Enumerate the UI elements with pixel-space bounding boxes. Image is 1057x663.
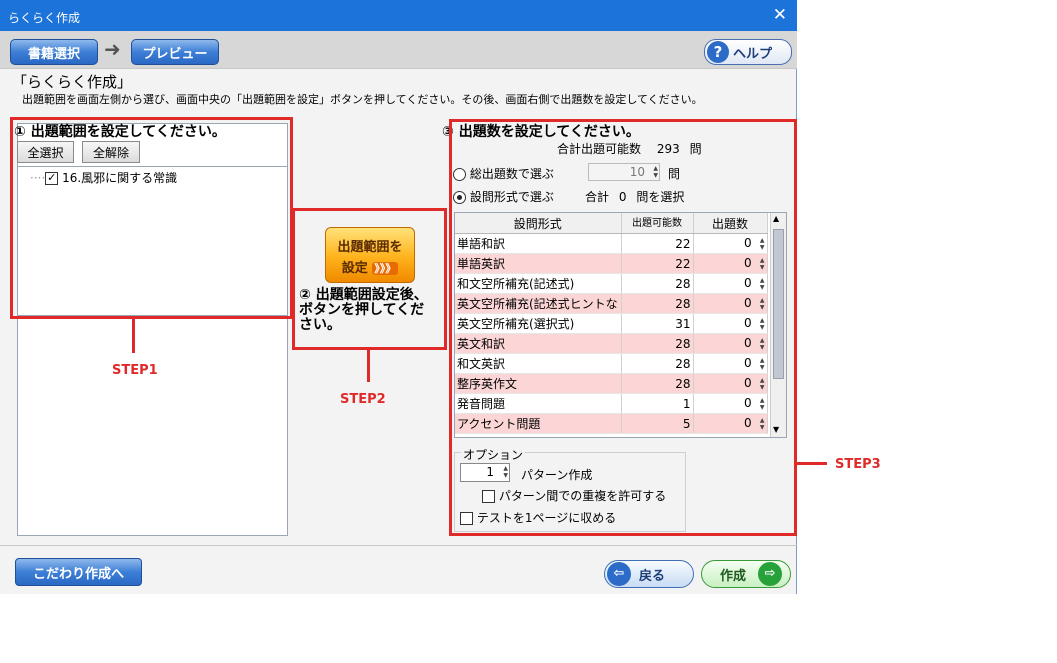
- arrow-right-icon: ➜: [104, 37, 121, 61]
- step3-highlight: [449, 119, 797, 536]
- preview-button[interactable]: プレビュー: [131, 39, 219, 65]
- create-label: 作成: [720, 568, 747, 584]
- help-button[interactable]: ? ヘルプ: [704, 39, 792, 65]
- footer-divider: [0, 545, 797, 546]
- create-button[interactable]: 作成 ⇨: [701, 560, 791, 588]
- help-icon: ?: [707, 41, 729, 63]
- title-bar: らくらく作成 ✕: [0, 0, 797, 31]
- arrow-right-circle-icon: ⇨: [758, 562, 783, 586]
- step1-highlight: [10, 117, 293, 319]
- step3-connector: [797, 462, 827, 465]
- help-label: ヘルプ: [733, 46, 773, 62]
- close-icon[interactable]: ✕: [773, 5, 787, 25]
- book-select-button[interactable]: 書籍選択: [10, 39, 98, 65]
- step1-connector: [132, 319, 135, 353]
- window-title: らくらく作成: [8, 11, 81, 25]
- page-description: 出題範囲を画面左側から選び、画面中央の「出題範囲を設定」ボタンを押してください。…: [22, 93, 703, 106]
- step2-connector: [367, 350, 370, 382]
- step2-label: STEP2: [340, 392, 386, 407]
- back-button[interactable]: ⇦ 戻る: [604, 560, 694, 588]
- kodawari-button[interactable]: こだわり作成へ: [15, 558, 142, 586]
- step3-label: STEP3: [835, 457, 881, 472]
- step2-highlight: [292, 208, 447, 350]
- arrow-left-icon: ⇦: [607, 562, 631, 586]
- step1-label: STEP1: [112, 363, 158, 378]
- page-title: 「らくらく作成」: [12, 73, 133, 91]
- back-label: 戻る: [639, 568, 666, 584]
